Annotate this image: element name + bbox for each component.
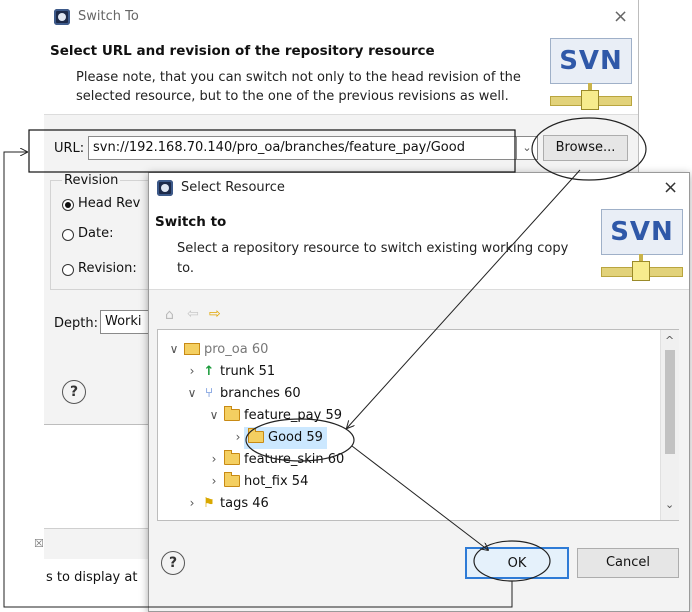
switch-to-titlebar: Switch To ×	[44, 0, 638, 34]
expand-icon[interactable]: ∨	[208, 404, 220, 426]
header-title: Select URL and revision of the repositor…	[50, 43, 435, 59]
tree-item-label: tags 46	[220, 496, 269, 511]
svn-logo-icon: SVN	[550, 38, 632, 116]
folder-open-icon	[224, 405, 240, 421]
date-label: Date:	[78, 226, 114, 241]
view-close-icon[interactable]: ☒	[34, 537, 44, 550]
expand-icon[interactable]: ∨	[168, 338, 180, 360]
expand-icon[interactable]: ›	[232, 426, 244, 448]
browse-button[interactable]: Browse...	[543, 135, 628, 161]
repository-tree[interactable]: ^ ⌄ ∨ pro_oa 60 › ↑ trunk 51 ∨ ⑂ branches 60 …	[157, 329, 679, 521]
background-status-text: s to display at	[46, 570, 138, 585]
cancel-button[interactable]: Cancel	[577, 548, 679, 578]
tree-item[interactable]: › feature_skin 60	[208, 448, 344, 470]
header-description-line1: Please note, that you can switch not onl…	[76, 70, 521, 85]
date-radio[interactable]	[62, 229, 74, 241]
trunk-icon: ↑	[203, 364, 215, 379]
app-icon	[54, 9, 70, 25]
expand-icon[interactable]: ›	[208, 470, 220, 492]
select-resource-dialog: Select Resource × Switch to Select a rep…	[148, 172, 690, 612]
scroll-up-icon[interactable]: ^	[665, 334, 674, 347]
depth-label: Depth:	[54, 316, 98, 331]
tree-item-label: branches 60	[220, 386, 301, 401]
revision-radio[interactable]	[62, 264, 74, 276]
home-icon[interactable]: ⌂	[165, 307, 174, 323]
expand-icon[interactable]: ›	[208, 448, 220, 470]
background-view-tab: ☒	[34, 528, 164, 559]
tree-item[interactable]: ∨ ⑂ branches 60	[186, 382, 301, 404]
tree-item-label: Good 59	[268, 430, 323, 445]
folder-icon	[224, 471, 240, 487]
select-resource-title: Select Resource	[181, 180, 285, 195]
tree-item-label: hot_fix 54	[244, 474, 309, 489]
tree-item-label: feature_skin 60	[244, 452, 345, 467]
folder-icon	[224, 449, 240, 465]
help-icon[interactable]: ?	[62, 380, 86, 404]
url-dropdown-button[interactable]: ⌄	[516, 136, 538, 160]
expand-icon[interactable]: ›	[186, 360, 198, 382]
tree-item[interactable]: ∨ pro_oa 60	[168, 338, 269, 360]
scroll-down-icon[interactable]: ⌄	[665, 498, 674, 511]
folder-open-icon	[248, 427, 264, 443]
switch-to-title: Switch To	[78, 9, 139, 24]
app-icon	[157, 180, 173, 196]
head-revision-radio[interactable]	[62, 199, 74, 211]
tree-item[interactable]: › ⚑ tags 46	[186, 492, 269, 514]
select-resource-titlebar: Select Resource ×	[149, 173, 689, 203]
revision-group-label: Revision	[62, 173, 121, 188]
url-label: URL:	[54, 141, 85, 156]
revision-label: Revision:	[78, 261, 137, 276]
expand-icon[interactable]: ∨	[186, 382, 198, 404]
tree-item[interactable]: › hot_fix 54	[208, 470, 308, 492]
head-revision-label: Head Rev	[78, 196, 141, 211]
ok-button[interactable]: OK	[465, 547, 569, 579]
select-resource-header: Switch to Select a repository resource t…	[149, 203, 689, 290]
tree-item[interactable]: › ↑ trunk 51	[186, 360, 276, 382]
repository-icon	[184, 342, 200, 355]
tree-item[interactable]: ∨ feature_pay 59	[208, 404, 342, 426]
url-input[interactable]: svn://192.168.70.140/pro_oa/branches/fea…	[88, 136, 538, 160]
header-description-line2: selected resource, but to the one of the…	[76, 89, 509, 104]
tree-item-label: feature_pay 59	[244, 408, 343, 423]
help-icon[interactable]: ?	[161, 551, 185, 575]
svn-logo-icon: SVN	[601, 209, 683, 287]
branches-icon: ⑂	[205, 386, 213, 401]
tags-icon: ⚑	[203, 496, 215, 511]
tree-item-label: trunk 51	[220, 364, 276, 379]
close-icon[interactable]: ×	[613, 8, 628, 26]
header-title: Switch to	[155, 214, 227, 230]
header-description-line1: Select a repository resource to switch e…	[177, 241, 569, 256]
forward-arrow-icon[interactable]: ⇨	[209, 306, 221, 322]
tree-scrollbar[interactable]: ^ ⌄	[660, 330, 679, 520]
back-arrow-icon[interactable]: ⇦	[187, 306, 199, 322]
tree-item-selected[interactable]: › Good 59	[232, 426, 327, 449]
close-icon[interactable]: ×	[663, 179, 678, 197]
header-description-line2: to.	[177, 261, 194, 276]
expand-icon[interactable]: ›	[186, 492, 198, 514]
tree-item-label: pro_oa 60	[204, 342, 269, 357]
scroll-thumb[interactable]	[665, 350, 675, 454]
switch-to-header: Select URL and revision of the repositor…	[44, 34, 638, 115]
